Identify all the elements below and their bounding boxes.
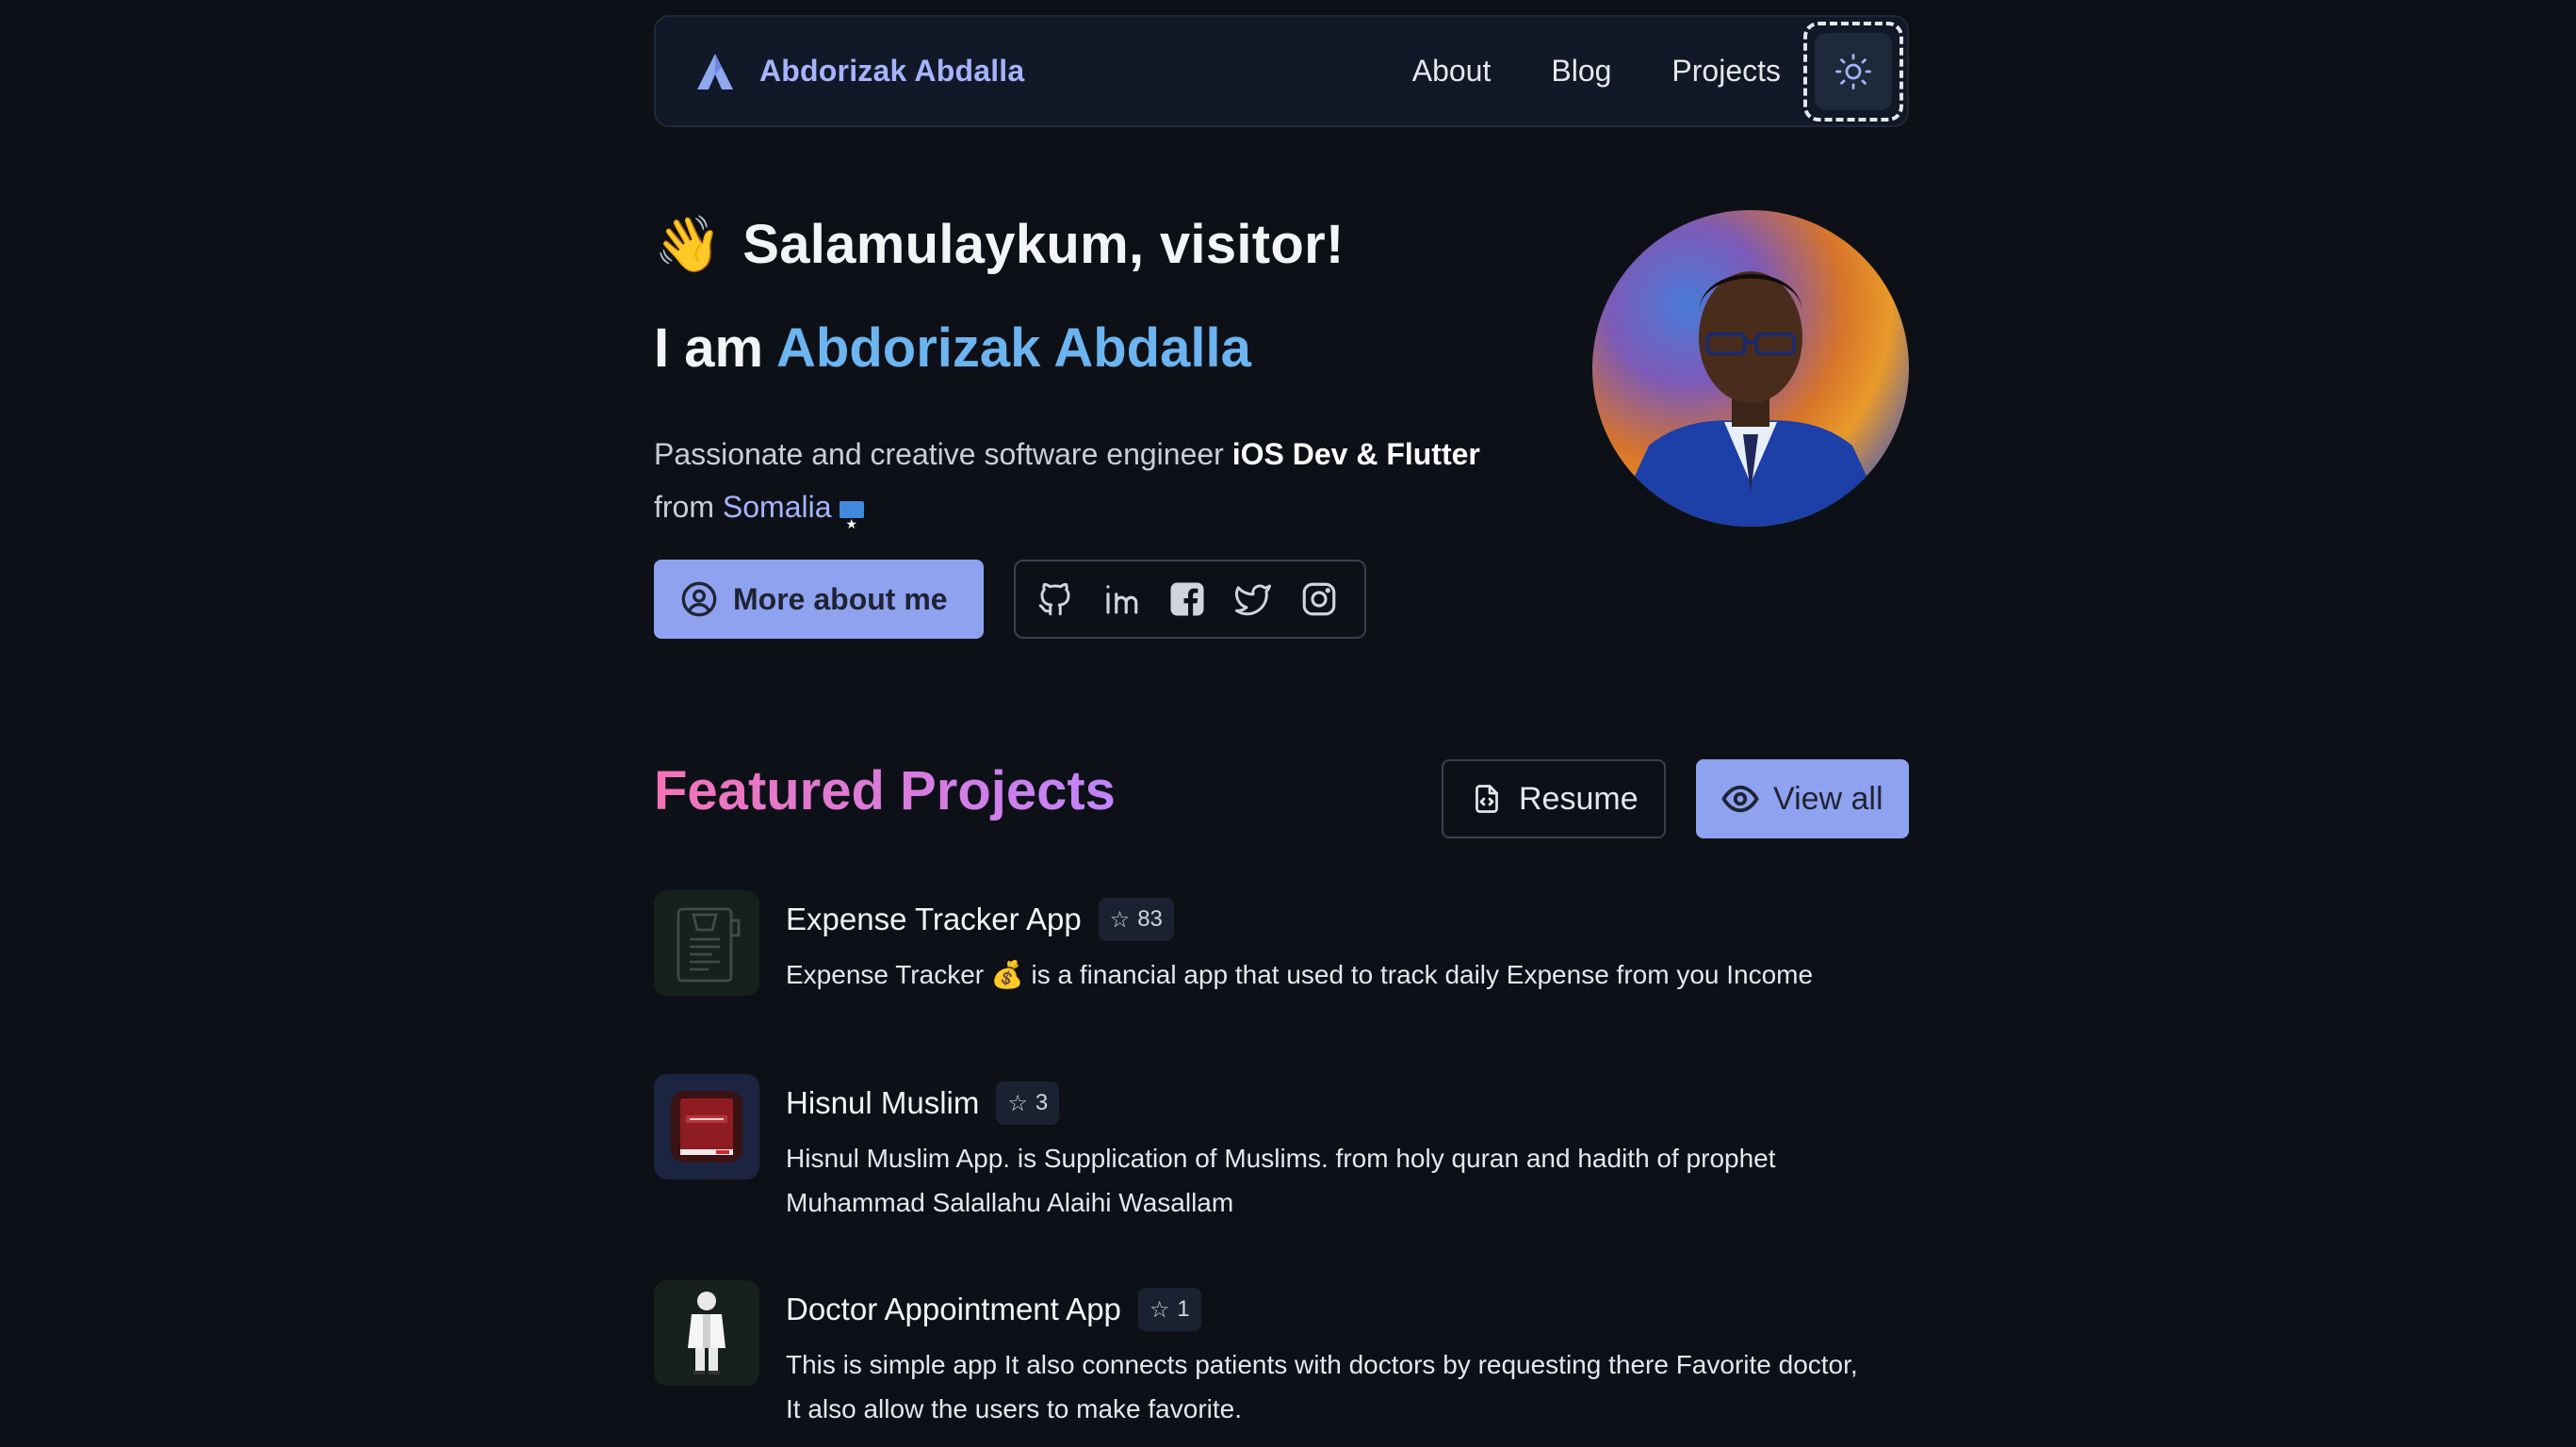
view-all-button[interactable]: View all xyxy=(1696,759,1909,838)
project-name: Expense Tracker App xyxy=(786,902,1082,936)
star-count: 3 xyxy=(1035,1090,1049,1115)
intro-prefix: I am xyxy=(654,317,777,379)
linkedin-icon xyxy=(1105,585,1137,614)
greeting: 👋 Salamulaykum, visitor! xyxy=(654,213,1345,276)
facebook-icon xyxy=(1170,582,1203,616)
resume-button[interactable]: Resume xyxy=(1442,759,1666,838)
somalia-flag-icon xyxy=(839,497,864,550)
linkedin-link[interactable] xyxy=(1101,578,1141,620)
star-icon: ☆ xyxy=(1007,1090,1028,1116)
star-icon: ☆ xyxy=(1109,906,1131,933)
brand-name: Abdorizak Abdalla xyxy=(759,54,1025,88)
resume-label: Resume xyxy=(1519,780,1639,817)
project-header: Doctor Appointment App ☆ 1 xyxy=(786,1288,1201,1331)
user-circle-icon xyxy=(681,581,717,617)
nav-link-about[interactable]: About xyxy=(1412,54,1492,89)
project-thumbnail xyxy=(654,1074,759,1179)
book-icon xyxy=(671,1091,742,1162)
avatar xyxy=(1592,210,1909,527)
social-links xyxy=(1014,560,1366,639)
featured-projects-title: Featured Projects xyxy=(654,760,1116,821)
star-count-badge: ☆ 3 xyxy=(996,1081,1060,1125)
greeting-text: Salamulaykum, visitor! xyxy=(742,214,1345,275)
github-link[interactable] xyxy=(1035,578,1075,620)
nav-links: About Blog Projects xyxy=(1352,17,1781,125)
facebook-link[interactable] xyxy=(1166,578,1207,620)
star-icon: ☆ xyxy=(1149,1296,1170,1323)
intro-name: Abdorizak Abdalla xyxy=(776,317,1251,379)
star-count: 1 xyxy=(1177,1296,1190,1322)
twitter-icon xyxy=(1234,584,1271,616)
receipt-icon xyxy=(677,907,741,983)
project-name: Hisnul Muslim xyxy=(786,1085,980,1120)
project-thumbnail xyxy=(654,1280,759,1386)
star-count-badge: ☆ 1 xyxy=(1137,1288,1201,1331)
star-count-badge: ☆ 83 xyxy=(1098,898,1174,941)
project-item-expense-tracker[interactable]: Expense Tracker App ☆ 83 Expense Tracker … xyxy=(654,890,1909,996)
sun-icon xyxy=(1835,54,1871,89)
bio-country: Somalia xyxy=(722,490,832,524)
theme-toggle-button[interactable] xyxy=(1803,22,1903,122)
project-header: Expense Tracker App ☆ 83 xyxy=(786,898,1174,941)
intro-heading: I am Abdorizak Abdalla xyxy=(654,317,1251,380)
project-header: Hisnul Muslim ☆ 3 xyxy=(786,1081,1060,1125)
avatar-portrait xyxy=(1611,271,1890,527)
doctor-icon xyxy=(688,1292,726,1374)
star-count: 83 xyxy=(1137,906,1163,932)
wave-emoji: 👋 xyxy=(654,213,723,275)
project-description: Hisnul Muslim App. is Supplication of Mu… xyxy=(786,1144,1776,1217)
twitter-link[interactable] xyxy=(1232,578,1273,620)
nav-link-blog[interactable]: Blog xyxy=(1551,54,1611,89)
bio-skills: iOS Dev & Flutter xyxy=(1231,437,1480,471)
project-description: This is simple app It also connects pati… xyxy=(786,1350,1858,1423)
more-about-me-button[interactable]: More about me xyxy=(654,560,984,639)
project-thumbnail xyxy=(654,890,759,996)
more-about-me-label: More about me xyxy=(733,581,948,616)
github-icon xyxy=(1038,582,1069,616)
bio-text-1: Passionate and creative software enginee… xyxy=(654,437,1232,471)
brand-link[interactable]: Abdorizak Abdalla xyxy=(693,50,1024,93)
instagram-link[interactable] xyxy=(1298,578,1339,620)
file-code-icon xyxy=(1475,785,1498,813)
instagram-icon xyxy=(1302,582,1335,616)
navbar: Abdorizak Abdalla About Blog Projects xyxy=(654,15,1909,127)
eye-icon xyxy=(1721,785,1759,813)
view-all-label: View all xyxy=(1773,780,1883,817)
theme-toggle-inner xyxy=(1815,33,1892,110)
nav-link-projects[interactable]: Projects xyxy=(1671,54,1781,89)
project-description: Expense Tracker 💰 is a financial app tha… xyxy=(786,960,1814,989)
logo-icon xyxy=(697,53,733,89)
project-item-doctor-appointment[interactable]: Doctor Appointment App ☆ 1 This is simple… xyxy=(654,1280,1909,1423)
bio-text-2: from xyxy=(654,490,723,524)
project-name: Doctor Appointment App xyxy=(786,1292,1121,1326)
project-item-hisnul-muslim[interactable]: Hisnul Muslim ☆ 3 Hisnul Muslim App. is S… xyxy=(654,1074,1909,1217)
bio: Passionate and creative software enginee… xyxy=(654,428,1502,550)
